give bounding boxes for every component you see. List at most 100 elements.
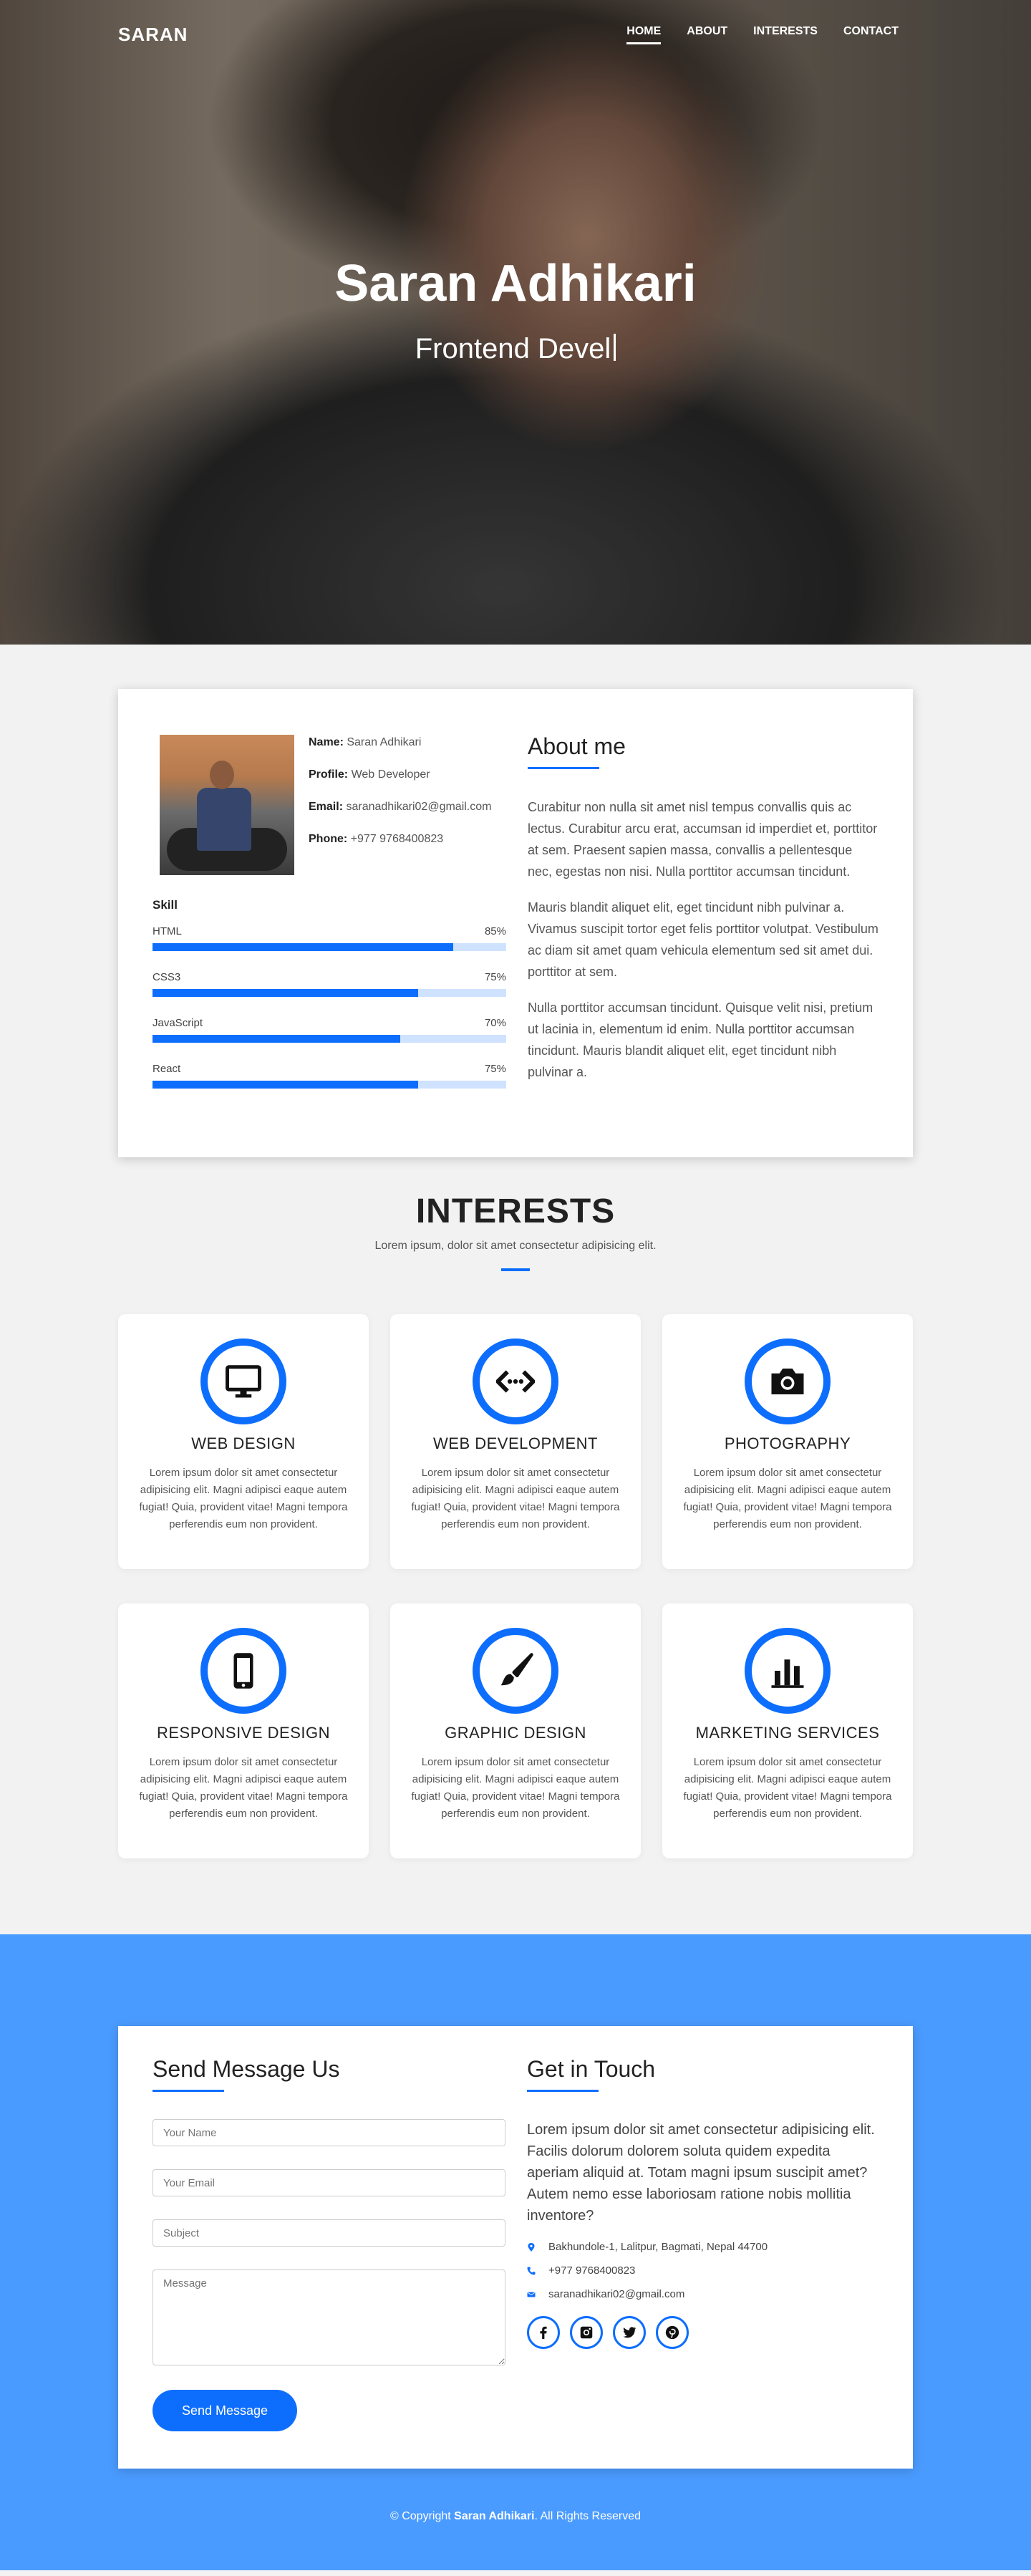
twitter-icon bbox=[623, 2327, 636, 2338]
skill-list: HTML 85% CSS3 75% JavaScript 70% React 75% bbox=[153, 925, 506, 1089]
social-twitter[interactable] bbox=[613, 2316, 646, 2349]
send-message-button[interactable]: Send Message bbox=[153, 2390, 297, 2431]
interest-icon-ring bbox=[473, 1338, 558, 1424]
name-input[interactable] bbox=[153, 2119, 505, 2146]
interest-text: Lorem ipsum dolor sit amet consectetur a… bbox=[411, 1467, 620, 1530]
interest-icon-ring bbox=[200, 1338, 286, 1424]
pinterest-icon bbox=[665, 2325, 679, 2340]
skill-bar bbox=[153, 989, 506, 997]
about-right-column: About me Curabitur non nulla sit amet ni… bbox=[528, 733, 878, 1110]
address-text: Bakhundole-1, Lalitpur, Bagmati, Nepal 4… bbox=[548, 2241, 768, 2253]
about-section: Name: Saran Adhikari Profile: Web Develo… bbox=[0, 645, 1031, 1157]
nav-links: HOME ABOUT INTERESTS CONTACT bbox=[626, 25, 899, 44]
phone-icon bbox=[527, 2267, 536, 2275]
title-underline bbox=[528, 767, 599, 769]
monitor-icon bbox=[226, 1365, 261, 1398]
navbar: SARAN HOME ABOUT INTERESTS CONTACT bbox=[0, 0, 1031, 69]
map-marker-icon bbox=[528, 2242, 535, 2252]
email-label: Email: bbox=[309, 801, 344, 813]
typing-cursor bbox=[614, 334, 616, 361]
interest-text: Lorem ipsum dolor sit amet consectetur a… bbox=[683, 1467, 892, 1530]
profile-name-row: Name: Saran Adhikari bbox=[309, 736, 491, 749]
about-left-column: Name: Saran Adhikari Profile: Web Develo… bbox=[153, 735, 506, 1110]
footer: © Copyright Saran Adhikari. All Rights R… bbox=[0, 2510, 1031, 2523]
skill-name: React bbox=[153, 1063, 181, 1075]
skill-bar-fill bbox=[153, 989, 418, 997]
profile-phone-row: Phone: +977 9768400823 bbox=[309, 833, 491, 846]
interests-grid: WEB DESIGN Lorem ipsum dolor sit amet co… bbox=[118, 1314, 913, 1858]
interest-card-marketing-services: MARKETING SERVICES Lorem ipsum dolor sit… bbox=[662, 1603, 913, 1858]
interests-title: INTERESTS bbox=[415, 1192, 616, 1230]
skill-percent: 75% bbox=[484, 1063, 506, 1075]
footer-prefix: © Copyright bbox=[389, 2510, 451, 2522]
skill-percent: 75% bbox=[484, 971, 506, 983]
interest-text: Lorem ipsum dolor sit amet consectetur a… bbox=[139, 1756, 348, 1820]
interest-icon-ring bbox=[200, 1628, 286, 1714]
hero-name: Saran Adhikari bbox=[334, 255, 697, 312]
profile-title-row: Profile: Web Developer bbox=[309, 768, 491, 781]
envelope-icon bbox=[527, 2292, 536, 2297]
nav-link-about[interactable]: ABOUT bbox=[687, 25, 727, 44]
profile-label: Profile: bbox=[309, 768, 349, 781]
message-textarea[interactable] bbox=[153, 2269, 505, 2365]
profile-email-row: Email: saranadhikari02@gmail.com bbox=[309, 801, 491, 814]
subject-input[interactable] bbox=[153, 2219, 505, 2247]
hero-role: Frontend Devel bbox=[415, 333, 611, 365]
mobile-icon bbox=[233, 1653, 253, 1689]
contact-card: Send Message Us Send Message Get in Touc… bbox=[118, 2026, 913, 2469]
interest-title: MARKETING SERVICES bbox=[695, 1724, 880, 1742]
profile: Name: Saran Adhikari Profile: Web Develo… bbox=[153, 735, 506, 875]
interest-card-responsive-design: RESPONSIVE DESIGN Lorem ipsum dolor sit … bbox=[118, 1603, 369, 1858]
about-paragraph: Curabitur non nulla sit amet nisl tempus… bbox=[528, 800, 878, 879]
profile-value: Web Developer bbox=[351, 768, 430, 781]
skill-bar-fill bbox=[153, 1035, 400, 1043]
touch-text: Lorem ipsum dolor sit amet consectetur a… bbox=[527, 2122, 875, 2224]
interests-subtitle: Lorem ipsum, dolor sit amet consectetur … bbox=[374, 1240, 657, 1252]
about-card: Name: Saran Adhikari Profile: Web Develo… bbox=[118, 689, 913, 1157]
interest-icon-ring bbox=[745, 1338, 831, 1424]
nav-link-interests[interactable]: INTERESTS bbox=[753, 25, 818, 44]
interest-text: Lorem ipsum dolor sit amet consectetur a… bbox=[683, 1756, 892, 1820]
skill-html: HTML 85% bbox=[153, 925, 506, 951]
skill-name: HTML bbox=[153, 925, 182, 937]
social-facebook[interactable] bbox=[527, 2316, 560, 2349]
skill-javascript: JavaScript 70% bbox=[153, 1017, 506, 1043]
interests-section: INTERESTS Lorem ipsum, dolor sit amet co… bbox=[0, 1157, 1031, 1934]
interest-card-photography: PHOTOGRAPHY Lorem ipsum dolor sit amet c… bbox=[662, 1314, 913, 1569]
interest-title: PHOTOGRAPHY bbox=[724, 1434, 851, 1452]
interest-title: WEB DEVELOPMENT bbox=[433, 1434, 598, 1452]
interest-card-graphic-design: GRAPHIC DESIGN Lorem ipsum dolor sit ame… bbox=[390, 1603, 641, 1858]
form-title: Send Message Us bbox=[153, 2056, 340, 2082]
skill-react: React 75% bbox=[153, 1063, 506, 1089]
title-underline bbox=[527, 2090, 599, 2092]
skill-name: JavaScript bbox=[153, 1017, 203, 1029]
title-underline bbox=[153, 2090, 224, 2092]
contact-info: Get in Touch Lorem ipsum dolor sit amet … bbox=[527, 2056, 878, 2469]
interest-card-web-design: WEB DESIGN Lorem ipsum dolor sit amet co… bbox=[118, 1314, 369, 1569]
nav-link-home[interactable]: HOME bbox=[626, 25, 662, 44]
email-text[interactable]: saranadhikari02@gmail.com bbox=[548, 2288, 684, 2300]
contact-form: Send Message Us Send Message bbox=[153, 2056, 505, 2469]
social-instagram[interactable] bbox=[570, 2316, 603, 2349]
skill-percent: 70% bbox=[484, 1017, 506, 1029]
skill-title: Skill bbox=[153, 898, 178, 912]
contact-section: Send Message Us Send Message Get in Touc… bbox=[0, 1934, 1031, 2570]
footer-suffix: . All Rights Reserved bbox=[534, 2510, 642, 2522]
about-paragraph: Nulla porttitor accumsan tincidunt. Quis… bbox=[528, 1000, 873, 1079]
contact-address: Bakhundole-1, Lalitpur, Bagmati, Nepal 4… bbox=[527, 2241, 878, 2253]
skill-bar bbox=[153, 943, 506, 951]
profile-info: Name: Saran Adhikari Profile: Web Develo… bbox=[309, 735, 491, 875]
email-input[interactable] bbox=[153, 2169, 505, 2196]
nav-link-contact[interactable]: CONTACT bbox=[843, 25, 899, 44]
interest-text: Lorem ipsum dolor sit amet consectetur a… bbox=[411, 1756, 620, 1820]
interest-text: Lorem ipsum dolor sit amet consectetur a… bbox=[139, 1467, 348, 1530]
interest-icon-ring bbox=[745, 1628, 831, 1714]
brand-logo[interactable]: SARAN bbox=[118, 24, 188, 46]
instagram-icon bbox=[580, 2326, 593, 2339]
hero-text: Saran Adhikari Frontend Devel bbox=[0, 254, 1031, 365]
skill-bar-fill bbox=[153, 943, 453, 951]
touch-title: Get in Touch bbox=[527, 2056, 656, 2082]
social-links bbox=[527, 2316, 878, 2349]
camera-icon bbox=[771, 1369, 804, 1394]
social-pinterest[interactable] bbox=[656, 2316, 689, 2349]
